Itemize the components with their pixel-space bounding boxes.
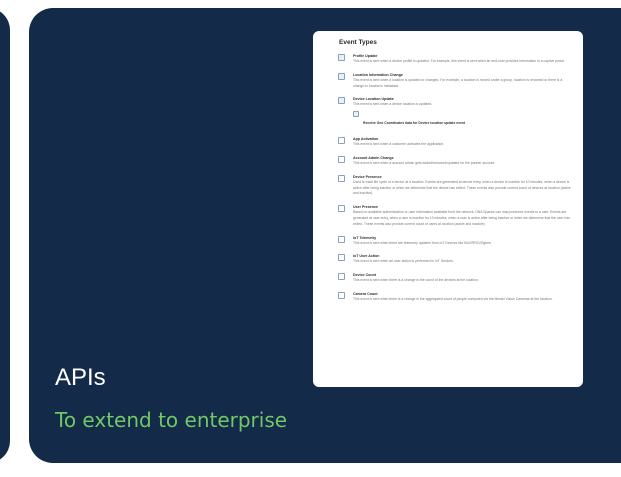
event-description: Based on available authentication or use… (353, 210, 570, 226)
event-checkbox[interactable] (338, 72, 345, 80)
event-description: This event is sent when there are teleme… (353, 240, 492, 245)
event-description: This event is sent when there is a chang… (353, 278, 479, 283)
event-type-item: Device Presence Used to track life cycle … (338, 174, 571, 197)
event-type-item: IoT Telemetry This event is sent when the… (338, 235, 571, 247)
event-types-panel: Event Types Profile Update This event is … (313, 31, 583, 387)
event-type-item: Location Information Change This event is… (338, 72, 571, 90)
event-type-item: User Presence Based on available authenti… (338, 205, 571, 227)
event-checkbox[interactable] (338, 254, 345, 262)
event-type-item: Device Location Update This event is sent… (338, 97, 571, 129)
event-checkbox[interactable] (338, 235, 345, 243)
event-checkbox[interactable] (338, 205, 345, 213)
event-checkbox[interactable] (338, 174, 345, 182)
event-description: This event is sent when a customer activ… (353, 142, 445, 147)
event-description: This event is sent when a device locatio… (353, 102, 433, 107)
event-checkbox[interactable] (338, 54, 345, 61)
event-type-item: IoT User Action This event is sent when a… (338, 254, 571, 265)
event-checkbox[interactable] (338, 291, 345, 299)
panel-heading: Event Types (339, 39, 377, 46)
geo-coordinates-option: Receive Geo Coordinates data for Device … (353, 111, 571, 129)
event-checkbox[interactable] (338, 97, 345, 105)
event-type-item: Account Admin Change This event is sent w… (338, 155, 571, 167)
event-description: This event is sent when a location is up… (353, 77, 563, 88)
event-description: This event is sent when an user action i… (353, 259, 454, 264)
event-type-item: Profile Update This event is sent when a … (338, 54, 571, 65)
event-type-item: App Activation This event is sent when a … (338, 137, 571, 148)
event-description: This event is sent when a account admin … (353, 160, 496, 165)
previous-slide-card (0, 8, 10, 463)
event-checkbox[interactable] (338, 155, 345, 163)
event-checkbox[interactable] (338, 137, 345, 145)
event-type-item: Device Count This event is sent when ther… (338, 273, 571, 284)
event-type-item: Camera Count This event is sent when ther… (338, 291, 571, 303)
event-checkbox[interactable] (338, 273, 345, 281)
slide-subtitle: To extend to enterprise (55, 408, 288, 432)
event-description: This event is sent when a device profile… (353, 59, 565, 63)
slide-title: APIs (55, 364, 106, 391)
event-description: Used to track life cycle of a device at … (353, 179, 571, 196)
event-list: Profile Update This event is sent when a … (338, 54, 571, 303)
event-description: This event is sent when there is a chang… (353, 296, 553, 301)
geo-coordinates-checkbox[interactable] (353, 111, 359, 118)
geo-coordinates-label: Receive Geo Coordinates data for Device … (363, 121, 466, 126)
